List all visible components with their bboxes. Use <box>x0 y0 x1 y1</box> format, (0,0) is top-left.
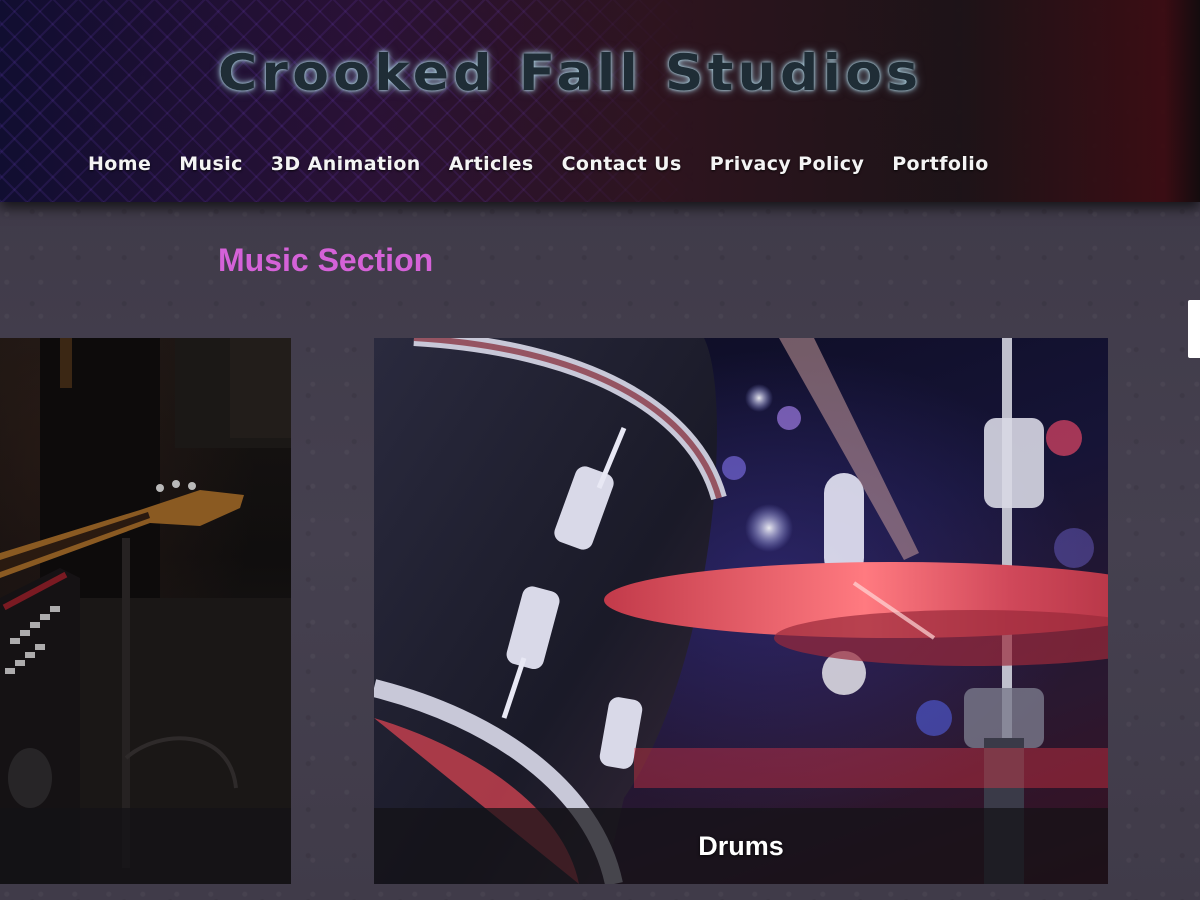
nav-item-3d-animation[interactable]: 3D Animation <box>271 153 421 175</box>
section-title: Music Section <box>218 242 434 278</box>
site-title[interactable]: Crooked Fall Studios <box>218 44 922 102</box>
drums-caption: Drums <box>698 830 784 861</box>
site-header: Crooked Fall Studios Home Music 3D Anima… <box>0 0 1200 202</box>
nav-item-articles[interactable]: Articles <box>449 153 534 175</box>
carousel-next-button[interactable] <box>1188 300 1200 358</box>
nav-item-privacy-policy[interactable]: Privacy Policy <box>710 153 865 175</box>
nav-item-home[interactable]: Home <box>88 153 151 175</box>
drums-photo <box>374 338 1108 884</box>
nav-item-portfolio[interactable]: Portfolio <box>892 153 988 175</box>
guitar-card[interactable] <box>0 338 291 884</box>
drums-caption-bar: Drums <box>374 808 1108 884</box>
nav-item-music[interactable]: Music <box>179 153 243 175</box>
nav-item-contact-us[interactable]: Contact Us <box>562 153 682 175</box>
guitar-caption-bar <box>0 808 291 884</box>
main-nav: Home Music 3D Animation Articles Contact… <box>88 153 989 175</box>
drums-card[interactable]: Drums <box>374 338 1108 884</box>
guitar-photo <box>0 338 291 884</box>
